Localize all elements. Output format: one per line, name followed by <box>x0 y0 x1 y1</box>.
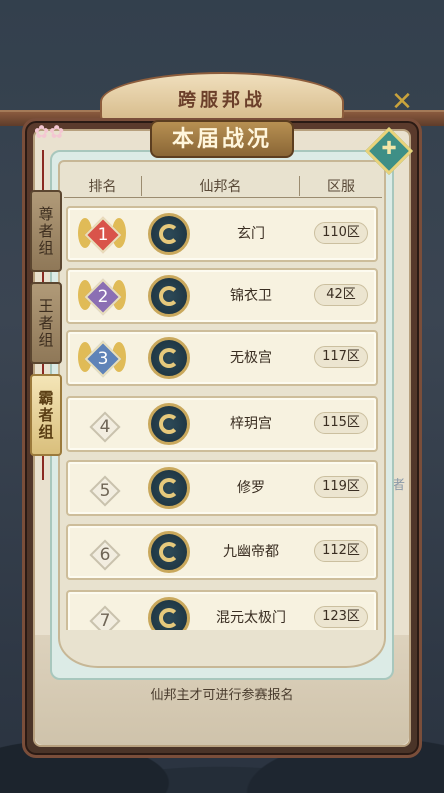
server-badge: 117区 <box>314 346 368 368</box>
guild-emblem-icon <box>148 467 190 509</box>
rank-badge: 7 <box>82 602 122 630</box>
table-row[interactable]: 3 无极宫 117区 <box>66 330 378 386</box>
table-row[interactable]: 6 九幽帝都 112区 <box>66 524 378 580</box>
event-title: 跨服邦战 <box>178 90 266 111</box>
footer-note: 仙邦主才可进行参赛报名 <box>150 688 294 703</box>
server-badge: 110区 <box>314 222 368 244</box>
guild-emblem-icon <box>148 403 190 445</box>
help-icon-glyph: ✚ <box>381 138 397 159</box>
guild-name: 锦衣卫 <box>230 288 272 304</box>
panel-title: 本届战况 <box>171 126 272 152</box>
header-guild: 仙邦名 <box>142 175 300 196</box>
tab-label: 尊者组 <box>36 205 55 257</box>
guild-name: 无极宫 <box>230 350 272 366</box>
flower-icon: ✿✿ <box>34 122 65 143</box>
table-row[interactable]: 5 修罗 119区 <box>66 460 378 516</box>
tab-group-0[interactable]: 尊者组 <box>30 190 62 272</box>
server-badge: 112区 <box>314 540 368 562</box>
tab-label: 王者组 <box>36 297 55 349</box>
tab-label: 霸者组 <box>36 389 55 441</box>
guild-emblem-icon <box>148 597 190 630</box>
rank-number: 6 <box>99 545 111 565</box>
rank-medal-icon: 3 <box>78 340 126 378</box>
server-badge: 119区 <box>314 476 368 498</box>
rank-medal-icon: 2 <box>78 278 126 316</box>
guild-name: 混元太极门 <box>216 610 286 626</box>
guild-name: 九幽帝都 <box>223 544 279 560</box>
guild-name: 玄门 <box>237 226 265 242</box>
rank-number: 4 <box>99 417 111 437</box>
table-row[interactable]: 7 混元太极门 123区 <box>66 590 378 630</box>
guild-emblem-icon <box>148 337 190 379</box>
guild-emblem-icon <box>148 531 190 573</box>
guild-name: 修罗 <box>237 480 265 496</box>
event-banner: 跨服邦战 <box>100 72 344 122</box>
guild-emblem-icon <box>148 213 190 255</box>
header-rank: 排名 <box>64 175 142 196</box>
tab-group-1[interactable]: 王者组 <box>30 282 62 364</box>
rank-medal-icon: 1 <box>78 216 126 254</box>
rank-badge: 5 <box>82 472 122 508</box>
rank-number: 3 <box>97 349 109 369</box>
rank-number: 5 <box>99 481 111 501</box>
rank-badge: 6 <box>82 536 122 572</box>
panel-title-plaque: 本届战况 <box>150 120 294 158</box>
close-icon[interactable]: ✕ <box>388 88 416 116</box>
tab-group-2[interactable]: 霸者组 <box>30 374 62 456</box>
rank-list[interactable]: 1 玄门 110区 2 锦衣卫 42区 3 无极宫 117区 4 梓玥宫 115… <box>66 206 378 630</box>
table-row[interactable]: 2 锦衣卫 42区 <box>66 268 378 324</box>
table-header: 排名 仙邦名 区服 <box>64 174 382 198</box>
rank-badge: 4 <box>82 408 122 444</box>
header-server: 区服 <box>327 178 355 195</box>
rank-number: 7 <box>99 611 111 630</box>
server-badge: 115区 <box>314 412 368 434</box>
rank-number: 2 <box>97 287 109 307</box>
server-badge: 42区 <box>314 284 368 306</box>
guild-name: 梓玥宫 <box>230 416 272 432</box>
table-row[interactable]: 1 玄门 110区 <box>66 206 378 262</box>
table-row[interactable]: 4 梓玥宫 115区 <box>66 396 378 452</box>
rank-number: 1 <box>97 225 109 245</box>
server-badge: 123区 <box>314 606 368 628</box>
guild-emblem-icon <box>148 275 190 317</box>
